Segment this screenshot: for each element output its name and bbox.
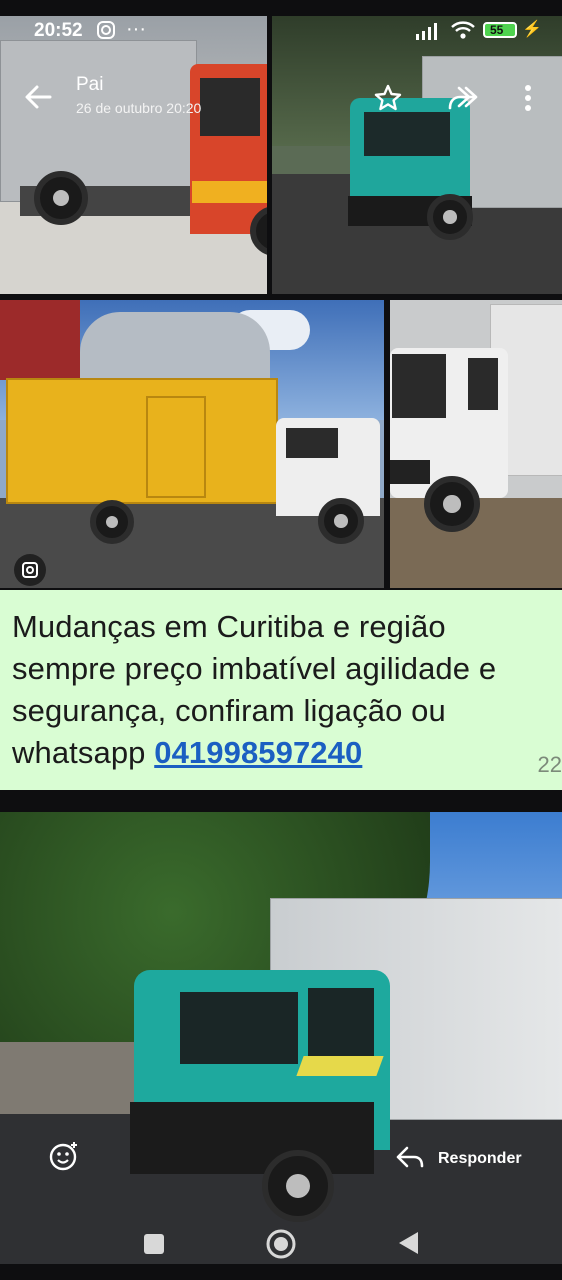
arrow-left-icon [25, 85, 52, 109]
message-caption: Mudanças em Curitiba e região sempre pre… [12, 606, 558, 774]
home-circle-icon [266, 1229, 296, 1259]
star-button[interactable] [372, 82, 404, 114]
forward-button[interactable] [444, 82, 478, 114]
menu-button[interactable] [514, 82, 542, 114]
photo-teal-truck-2[interactable] [0, 812, 562, 1264]
battery-level: 55 [490, 23, 504, 37]
instagram-icon [96, 20, 116, 45]
photo-yellow-truck[interactable] [0, 300, 384, 588]
nav-home-button[interactable] [266, 1229, 296, 1259]
contact-name[interactable]: Pai [76, 74, 103, 96]
reply-icon [396, 1146, 424, 1168]
more-vertical-icon [525, 85, 531, 111]
star-icon [374, 84, 402, 111]
emoji-add-icon [49, 1142, 77, 1171]
reply-label[interactable]: Responder [438, 1150, 522, 1168]
wifi-icon [450, 20, 476, 45]
message-caption-bubble: Mudanças em Curitiba e região sempre pre… [0, 590, 562, 790]
battery-icon: 55 [483, 22, 517, 38]
image-search-icon[interactable] [14, 554, 46, 586]
photo-white-truck[interactable] [390, 300, 562, 588]
signal-icon [414, 22, 442, 45]
charging-icon: ⚡ [522, 21, 542, 38]
forward-icon [448, 86, 478, 110]
status-time: 20:52 [34, 20, 83, 41]
more-notifications-icon: ··· [126, 18, 146, 40]
react-button[interactable] [48, 1140, 80, 1177]
phone-link[interactable]: 041998597240 [154, 735, 362, 770]
message-date: 26 de outubro 20:20 [76, 100, 202, 116]
triangle-back-icon [399, 1232, 418, 1254]
status-bar: 20:52 ··· 55 ⚡ [0, 0, 562, 60]
nav-back-button[interactable] [396, 1229, 420, 1257]
message-time: 22 [537, 752, 562, 777]
nav-recents-button[interactable] [144, 1234, 164, 1254]
back-button[interactable] [22, 80, 56, 114]
